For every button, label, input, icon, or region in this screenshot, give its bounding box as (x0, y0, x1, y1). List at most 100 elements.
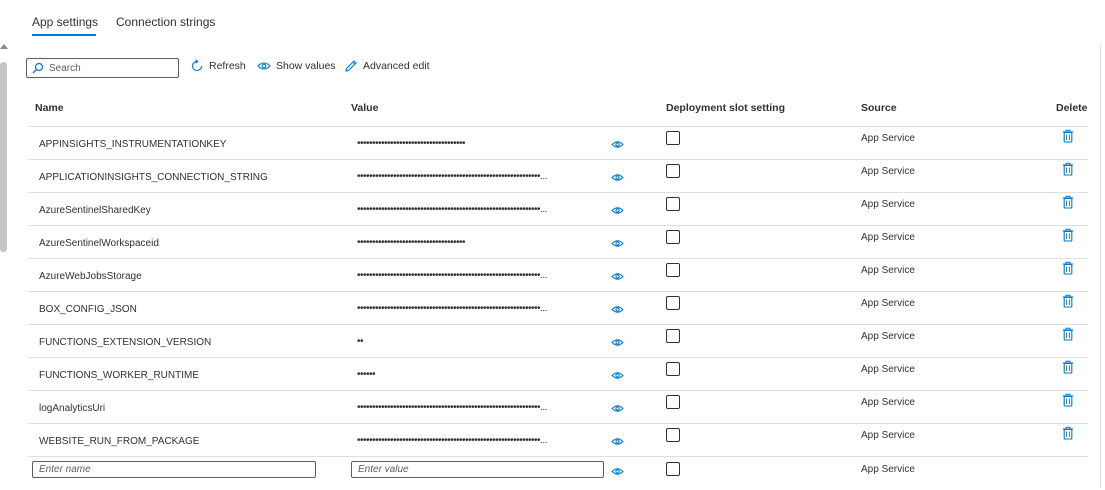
show-value-toggle[interactable] (611, 437, 624, 449)
setting-name[interactable]: APPINSIGHTS_INSTRUMENTATIONKEY (39, 139, 226, 150)
show-value-toggle[interactable] (611, 404, 624, 416)
show-value-toggle[interactable] (611, 467, 624, 479)
table-row[interactable]: FUNCTIONS_EXTENSION_VERSION •• App Service (0, 324, 1105, 357)
trash-icon (1062, 360, 1074, 374)
eye-icon (611, 405, 624, 412)
setting-name[interactable]: FUNCTIONS_WORKER_RUNTIME (39, 370, 199, 381)
eye-icon (611, 174, 624, 181)
deployment-slot-checkbox[interactable] (666, 164, 680, 178)
delete-button[interactable] (1062, 195, 1074, 212)
show-value-toggle[interactable] (611, 305, 624, 317)
deployment-slot-checkbox[interactable] (666, 329, 680, 343)
table-row[interactable]: AzureSentinelSharedKey ••••••••••••••••••… (0, 192, 1105, 225)
deployment-slot-checkbox[interactable] (666, 395, 680, 409)
refresh-button[interactable]: Refresh (190, 56, 246, 76)
eye-icon (611, 468, 624, 475)
trash-icon (1062, 294, 1074, 308)
advanced-edit-label: Advanced edit (363, 60, 430, 72)
eye-icon (611, 240, 624, 247)
eye-icon (611, 306, 624, 313)
setting-value-hidden: ••••••••••••••••••••••••••••••••••••••••… (357, 270, 547, 281)
eye-icon (611, 339, 624, 346)
table-row[interactable]: WEBSITE_RUN_FROM_PACKAGE ••••••••••••••••… (0, 423, 1105, 456)
deployment-slot-checkbox[interactable] (666, 296, 680, 310)
show-value-toggle[interactable] (611, 206, 624, 218)
deployment-slot-checkbox[interactable] (666, 362, 680, 376)
show-value-toggle[interactable] (611, 371, 624, 383)
eye-icon (611, 207, 624, 214)
column-header-value[interactable]: Value (351, 102, 378, 114)
search-input[interactable] (49, 61, 169, 75)
table-row[interactable]: FUNCTIONS_WORKER_RUNTIME •••••• App Servic… (0, 357, 1105, 390)
new-name-input[interactable] (32, 461, 316, 478)
deployment-slot-checkbox[interactable] (666, 263, 680, 277)
deployment-slot-checkbox[interactable] (666, 428, 680, 442)
source-cell: App Service (861, 397, 915, 408)
delete-button[interactable] (1062, 327, 1074, 344)
setting-value-hidden: •• (357, 336, 364, 347)
setting-name[interactable]: APPLICATIONINSIGHTS_CONNECTION_STRING (39, 172, 268, 183)
column-header-source[interactable]: Source (861, 102, 897, 114)
show-values-button[interactable]: Show values (257, 56, 336, 76)
trash-icon (1062, 393, 1074, 407)
show-value-toggle[interactable] (611, 272, 624, 284)
setting-value-hidden: •••••• (357, 369, 376, 380)
advanced-edit-button[interactable]: Advanced edit (344, 56, 430, 76)
show-value-toggle[interactable] (611, 140, 624, 152)
delete-button[interactable] (1062, 261, 1074, 278)
setting-name[interactable]: logAnalyticsUri (39, 403, 105, 414)
setting-name[interactable]: WEBSITE_RUN_FROM_PACKAGE (39, 436, 199, 447)
source-cell: App Service (861, 199, 915, 210)
setting-value-hidden: •••••••••••••••••••••••••••••••••••• (357, 237, 466, 248)
setting-name[interactable]: BOX_CONFIG_JSON (39, 304, 137, 315)
setting-name[interactable]: FUNCTIONS_EXTENSION_VERSION (39, 337, 211, 348)
table-row[interactable]: BOX_CONFIG_JSON •••••••••••••••••••••••••… (0, 291, 1105, 324)
delete-button[interactable] (1062, 129, 1074, 146)
setting-value-hidden: •••••••••••••••••••••••••••••••••••• (357, 138, 466, 149)
table-row[interactable]: logAnalyticsUri •••••••••••••••••••••••••… (0, 390, 1105, 423)
delete-button[interactable] (1062, 426, 1074, 443)
setting-name[interactable]: AzureSentinelWorkspaceid (39, 238, 159, 249)
source-cell: App Service (861, 265, 915, 276)
table-row[interactable]: APPLICATIONINSIGHTS_CONNECTION_STRING •••… (0, 159, 1105, 192)
trash-icon (1062, 195, 1074, 209)
deployment-slot-checkbox[interactable] (666, 462, 680, 476)
active-tab-indicator (32, 34, 96, 36)
pencil-icon (345, 60, 357, 72)
deployment-slot-checkbox[interactable] (666, 230, 680, 244)
deployment-slot-checkbox[interactable] (666, 197, 680, 211)
show-value-toggle[interactable] (611, 239, 624, 251)
delete-button[interactable] (1062, 228, 1074, 245)
scroll-up-arrow-icon[interactable] (0, 44, 8, 49)
tab-app-settings[interactable]: App settings (32, 15, 98, 29)
delete-button[interactable] (1062, 162, 1074, 179)
source-cell: App Service (861, 298, 915, 309)
source-cell: App Service (861, 232, 915, 243)
trash-icon (1062, 129, 1074, 143)
setting-value-hidden: ••••••••••••••••••••••••••••••••••••••••… (357, 171, 547, 182)
setting-value-hidden: ••••••••••••••••••••••••••••••••••••••••… (357, 204, 547, 215)
trash-icon (1062, 426, 1074, 440)
setting-name[interactable]: AzureWebJobsStorage (39, 271, 142, 282)
show-value-toggle[interactable] (611, 338, 624, 350)
source-cell: App Service (861, 331, 915, 342)
refresh-icon (191, 59, 203, 72)
source-cell: App Service (861, 464, 915, 475)
show-values-label: Show values (276, 60, 336, 72)
search-box[interactable] (26, 58, 179, 78)
table-row[interactable]: AzureWebJobsStorage •••••••••••••••••••••… (0, 258, 1105, 291)
tab-connection-strings[interactable]: Connection strings (116, 15, 215, 29)
column-header-slot-setting[interactable]: Deployment slot setting (666, 102, 785, 114)
column-header-name[interactable]: Name (35, 102, 64, 114)
new-value-input[interactable] (351, 461, 604, 478)
delete-button[interactable] (1062, 393, 1074, 410)
show-value-toggle[interactable] (611, 173, 624, 185)
delete-button[interactable] (1062, 294, 1074, 311)
deployment-slot-checkbox[interactable] (666, 131, 680, 145)
column-header-delete: Delete (1056, 102, 1088, 114)
delete-button[interactable] (1062, 360, 1074, 377)
table-row[interactable]: AzureSentinelWorkspaceid ••••••••••••••••… (0, 225, 1105, 258)
table-row[interactable]: APPINSIGHTS_INSTRUMENTATIONKEY ••••••••••… (0, 126, 1105, 159)
setting-value-hidden: ••••••••••••••••••••••••••••••••••••••••… (357, 303, 547, 314)
setting-name[interactable]: AzureSentinelSharedKey (39, 205, 151, 216)
